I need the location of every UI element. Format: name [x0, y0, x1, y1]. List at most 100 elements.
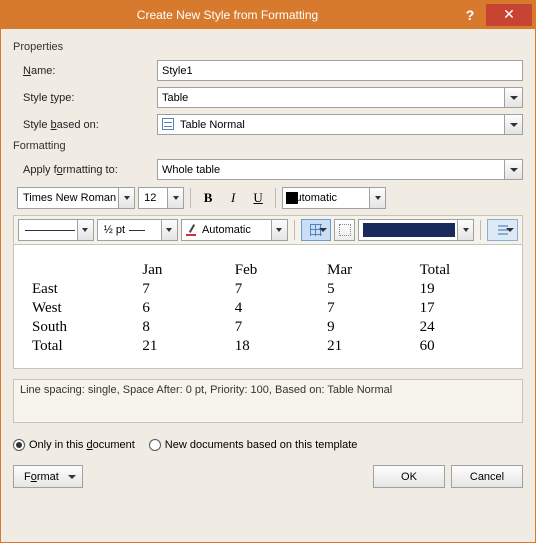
- dialog-body: Properties Name: Style type: Table Style…: [1, 29, 535, 542]
- help-button[interactable]: ?: [454, 7, 486, 23]
- table-cell: 7: [231, 318, 323, 337]
- bold-button[interactable]: B: [197, 187, 219, 209]
- table-cell: 7: [138, 280, 230, 299]
- chevron-down-icon: [167, 188, 183, 208]
- table-cell: 19: [416, 280, 508, 299]
- pen-icon: [186, 224, 198, 236]
- chevron-down-icon: [504, 115, 522, 134]
- line-style-icon: [25, 230, 75, 231]
- style-type-select[interactable]: Table: [157, 87, 523, 108]
- table-cell: Total: [28, 337, 138, 356]
- apply-to-select[interactable]: Whole table: [157, 159, 523, 180]
- italic-button[interactable]: I: [222, 187, 244, 209]
- name-input[interactable]: [157, 60, 523, 81]
- dialog-create-style: Create New Style from Formatting ? ✕ Pro…: [0, 0, 536, 543]
- table-cell: 6: [138, 299, 230, 318]
- separator: [190, 188, 191, 208]
- radio-new-documents[interactable]: New documents based on this template: [149, 439, 358, 451]
- table-header-cell: Feb: [231, 261, 323, 280]
- radio-only-this-document[interactable]: Only in this document: [13, 439, 135, 451]
- formatting-section-label: Formatting: [13, 140, 523, 152]
- table-cell: 9: [323, 318, 415, 337]
- apply-to-value: Whole table: [162, 164, 220, 176]
- font-size-value: 12: [144, 192, 156, 204]
- table-header-cell: Jan: [138, 261, 230, 280]
- font-family-select[interactable]: Times New Roman: [17, 187, 135, 209]
- chevron-down-icon: [369, 188, 385, 208]
- ok-button[interactable]: OK: [373, 465, 445, 488]
- underline-button[interactable]: U: [247, 187, 269, 209]
- table-row: Total21182160: [28, 337, 508, 356]
- table-icon: [162, 118, 174, 130]
- style-type-value: Table: [162, 92, 188, 104]
- font-family-value: Times New Roman: [23, 192, 116, 204]
- name-row: Name:: [23, 60, 523, 81]
- table-header-cell: Mar: [323, 261, 415, 280]
- table-cell: 7: [323, 299, 415, 318]
- table-cell: 21: [138, 337, 230, 356]
- pen-color-value: Automatic: [202, 224, 251, 236]
- borders-button[interactable]: [301, 219, 332, 241]
- font-color-select[interactable]: Automatic: [282, 187, 386, 209]
- style-type-row: Style type: Table: [23, 87, 523, 108]
- based-on-value: Table Normal: [180, 119, 245, 131]
- table-cell: 7: [231, 280, 323, 299]
- table-row: West64717: [28, 299, 508, 318]
- name-label: Name:: [23, 65, 153, 77]
- chevron-down-icon: [77, 220, 93, 240]
- table-cell: 18: [231, 337, 323, 356]
- separator: [480, 220, 481, 240]
- based-on-label: Style based on:: [23, 119, 153, 131]
- chevron-down-icon: [505, 228, 515, 232]
- apply-to-label: Apply formatting to:: [23, 164, 153, 176]
- chevron-down-icon: [318, 228, 328, 232]
- table-cell: West: [28, 299, 138, 318]
- line-weight-select[interactable]: ½ pt: [97, 219, 178, 241]
- fill-color-select[interactable]: [358, 219, 474, 241]
- preview-table: JanFebMarTotalEast77519West64717South879…: [28, 261, 508, 356]
- chevron-down-icon: [504, 88, 522, 107]
- separator: [294, 220, 295, 240]
- alignment-button[interactable]: [487, 219, 518, 241]
- table-header-cell: [28, 261, 138, 280]
- table-cell: 17: [416, 299, 508, 318]
- chevron-down-icon: [457, 220, 473, 240]
- border-toolbar: ½ pt Automatic: [13, 215, 523, 245]
- no-border-icon: [339, 224, 351, 236]
- apply-to-row: Apply formatting to: Whole table: [23, 159, 523, 180]
- cancel-button[interactable]: Cancel: [451, 465, 523, 488]
- close-button[interactable]: ✕: [486, 4, 532, 26]
- titlebar: Create New Style from Formatting ? ✕: [1, 1, 535, 29]
- table-cell: 21: [323, 337, 415, 356]
- preview-pane: JanFebMarTotalEast77519West64717South879…: [13, 245, 523, 369]
- font-toolbar: Times New Roman 12 B I U Automatic: [17, 187, 523, 209]
- properties-section-label: Properties: [13, 41, 523, 53]
- line-weight-value: ½ pt: [104, 224, 125, 236]
- table-cell: 5: [323, 280, 415, 299]
- table-cell: South: [28, 318, 138, 337]
- chevron-down-icon: [271, 220, 287, 240]
- table-cell: 24: [416, 318, 508, 337]
- separator: [275, 188, 276, 208]
- table-header-cell: Total: [416, 261, 508, 280]
- radio-unchecked-icon: [149, 439, 161, 451]
- table-cell: 60: [416, 337, 508, 356]
- no-border-button[interactable]: [334, 219, 355, 241]
- table-cell: 4: [231, 299, 323, 318]
- format-button[interactable]: Format: [13, 465, 83, 488]
- pen-color-select[interactable]: Automatic: [181, 219, 288, 241]
- table-cell: 8: [138, 318, 230, 337]
- line-style-select[interactable]: [18, 219, 94, 241]
- chevron-down-icon: [118, 188, 134, 208]
- scope-radios: Only in this document New documents base…: [13, 439, 523, 451]
- chevron-down-icon: [68, 475, 76, 479]
- based-on-select[interactable]: Table Normal: [157, 114, 523, 135]
- table-row: JanFebMarTotal: [28, 261, 508, 280]
- style-description: Line spacing: single, Space After: 0 pt,…: [13, 379, 523, 423]
- based-on-row: Style based on: Table Normal: [23, 114, 523, 135]
- color-swatch-icon: [286, 192, 298, 204]
- table-row: South87924: [28, 318, 508, 337]
- chevron-down-icon: [161, 220, 177, 240]
- chevron-down-icon: [504, 160, 522, 179]
- font-size-select[interactable]: 12: [138, 187, 184, 209]
